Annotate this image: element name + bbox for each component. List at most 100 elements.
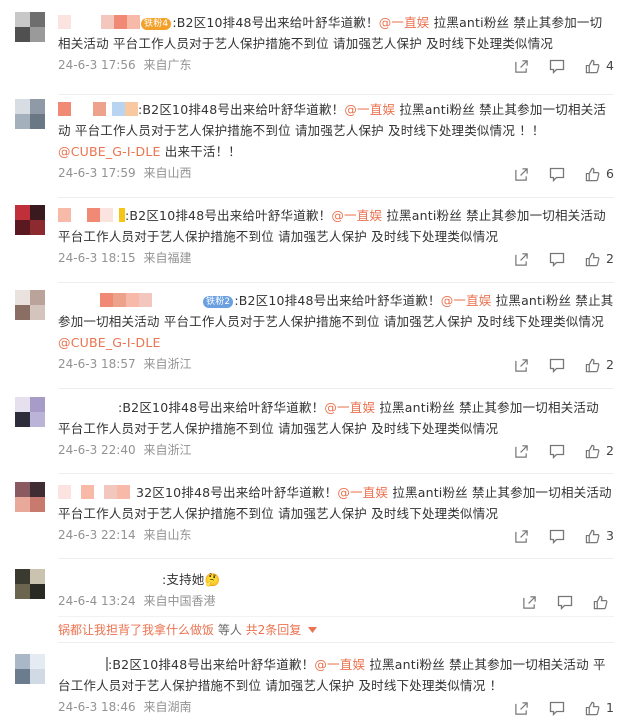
comment-button[interactable] bbox=[549, 252, 565, 267]
comment-location: 来自浙江 bbox=[143, 357, 192, 371]
reply-summary[interactable]: 锅都让我担背了我拿什么做饭 等人 共2条回复 bbox=[58, 621, 318, 638]
share-button[interactable] bbox=[514, 252, 529, 267]
comment-text: :B2区10排48号出来给叶舒华道歉！ bbox=[108, 657, 315, 672]
comment-button[interactable] bbox=[549, 444, 565, 459]
share-button[interactable] bbox=[514, 701, 529, 716]
comment-button[interactable] bbox=[549, 701, 565, 716]
like-count: 2 bbox=[606, 251, 614, 266]
share-icon bbox=[515, 167, 528, 181]
share-icon bbox=[515, 529, 528, 543]
comment-icon bbox=[549, 701, 565, 716]
username-pixelated[interactable] bbox=[58, 14, 140, 29]
share-button[interactable] bbox=[522, 595, 537, 610]
mention-link[interactable]: @一直娱 bbox=[337, 485, 388, 500]
comment-text: :B2区10排48号出来给叶舒华道歉！ bbox=[118, 400, 325, 415]
comment-location: 来自山东 bbox=[143, 528, 192, 542]
comment-icon bbox=[557, 595, 573, 610]
mention-link[interactable]: @一直娱 bbox=[441, 293, 492, 308]
thumbs-up-icon bbox=[585, 252, 600, 266]
like-button[interactable]: 3 bbox=[585, 528, 614, 544]
like-button[interactable]: 6 bbox=[585, 166, 614, 182]
mention-link[interactable]: @CUBE_G-I-DLE bbox=[58, 335, 161, 350]
comment-text: 出来干活！！ bbox=[160, 144, 241, 159]
like-button[interactable] bbox=[593, 595, 614, 610]
thumbs-up-icon bbox=[585, 358, 600, 372]
fan-badge: 铁粉4 bbox=[141, 18, 172, 30]
like-count: 1 bbox=[606, 700, 614, 715]
like-count: 2 bbox=[606, 357, 614, 372]
comment-text: 32区10排48号出来给叶舒华道歉！ bbox=[136, 485, 338, 500]
share-button[interactable] bbox=[514, 444, 529, 459]
comment-date: 24-6-3 22:40 bbox=[58, 443, 136, 457]
share-icon bbox=[515, 252, 528, 266]
comment-date: 24-6-3 22:14 bbox=[58, 528, 136, 542]
comment-text: :B2区10排48号出来给叶舒华道歉！ bbox=[125, 208, 332, 223]
username-pixelated[interactable] bbox=[58, 101, 138, 116]
thumbs-up-icon bbox=[585, 444, 600, 458]
username-pixelated[interactable] bbox=[58, 571, 162, 586]
avatar[interactable] bbox=[15, 205, 45, 235]
avatar[interactable] bbox=[15, 290, 45, 320]
reply-count-link[interactable]: 共2条回复 bbox=[246, 623, 302, 637]
share-button[interactable] bbox=[514, 59, 529, 74]
share-button[interactable] bbox=[514, 167, 529, 182]
comment-button[interactable] bbox=[549, 59, 565, 74]
share-icon bbox=[523, 595, 536, 609]
mention-link[interactable]: @一直娱 bbox=[331, 208, 382, 223]
mention-link[interactable]: @一直娱 bbox=[379, 15, 430, 30]
avatar[interactable] bbox=[15, 99, 45, 129]
share-icon bbox=[515, 59, 528, 73]
divider bbox=[58, 616, 614, 617]
comment-text: :B2区10排48号出来给叶舒华道歉！ bbox=[138, 102, 345, 117]
fan-badge: 铁粉2 bbox=[203, 296, 234, 308]
avatar[interactable] bbox=[15, 482, 45, 512]
avatar[interactable] bbox=[15, 654, 45, 684]
comment-button[interactable] bbox=[549, 167, 565, 182]
comment-location: 来自浙江 bbox=[143, 443, 192, 457]
mention-link[interactable]: @一直娱 bbox=[314, 657, 365, 672]
like-button[interactable]: 1 bbox=[585, 700, 614, 716]
divider bbox=[58, 197, 614, 198]
username-pixelated[interactable] bbox=[58, 656, 108, 671]
comment-text: :B2区10排48号出来给叶舒华道歉！ bbox=[234, 293, 441, 308]
thumbs-up-icon bbox=[593, 595, 608, 609]
comment-date: 24-6-4 13:24 bbox=[58, 594, 136, 608]
divider bbox=[58, 388, 614, 389]
comment-date: 24-6-3 18:15 bbox=[58, 251, 136, 265]
divider bbox=[58, 558, 614, 559]
comment-location: 来自福建 bbox=[143, 251, 192, 265]
reply-others: 等人 bbox=[214, 623, 246, 637]
thumbs-up-icon bbox=[585, 701, 600, 715]
mention-link[interactable]: @一直娱 bbox=[344, 102, 395, 117]
like-button[interactable]: 2 bbox=[585, 251, 614, 267]
avatar[interactable] bbox=[15, 569, 45, 599]
comment-location: 来自湖南 bbox=[143, 700, 192, 714]
username-pixelated[interactable] bbox=[58, 484, 136, 499]
mention-link[interactable]: @CUBE_G-I-DLE bbox=[58, 144, 161, 159]
like-button[interactable]: 4 bbox=[585, 58, 614, 74]
comment-icon bbox=[549, 529, 565, 544]
avatar[interactable] bbox=[15, 397, 45, 427]
like-button[interactable]: 2 bbox=[585, 357, 614, 373]
comment-icon bbox=[549, 444, 565, 459]
comment-icon bbox=[549, 358, 565, 373]
comment-button[interactable] bbox=[549, 358, 565, 373]
username-pixelated[interactable] bbox=[58, 399, 118, 414]
username-pixelated[interactable] bbox=[58, 292, 202, 307]
share-button[interactable] bbox=[514, 529, 529, 544]
share-icon bbox=[515, 701, 528, 715]
avatar[interactable] bbox=[15, 12, 45, 42]
comment-button[interactable] bbox=[557, 595, 573, 610]
mention-link[interactable]: @一直娱 bbox=[324, 400, 375, 415]
divider bbox=[58, 642, 614, 643]
comment-location: 来自山西 bbox=[143, 166, 192, 180]
username-pixelated[interactable] bbox=[58, 207, 125, 222]
like-count: 4 bbox=[606, 58, 614, 73]
thumbs-up-icon bbox=[585, 529, 600, 543]
chevron-down-icon[interactable] bbox=[308, 627, 318, 633]
comment-icon bbox=[549, 167, 565, 182]
reply-author[interactable]: 锅都让我担背了我拿什么做饭 bbox=[58, 623, 214, 637]
like-button[interactable]: 2 bbox=[585, 443, 614, 459]
comment-button[interactable] bbox=[549, 529, 565, 544]
share-button[interactable] bbox=[514, 358, 529, 373]
